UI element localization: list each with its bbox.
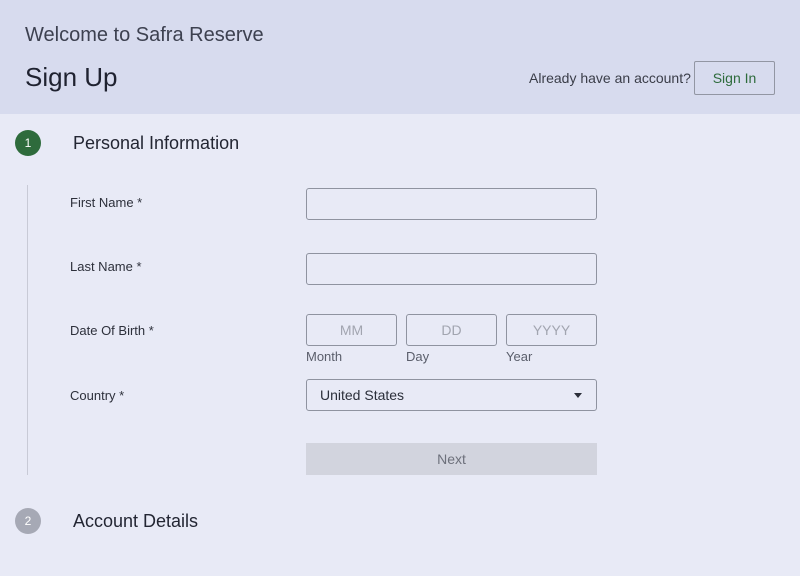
page-title: Sign Up — [25, 62, 118, 92]
step-1-indicator: 1 — [15, 130, 41, 156]
signup-page: Welcome to Safra Reserve Sign Up Already… — [0, 0, 800, 576]
last-name-label: Last Name * — [70, 259, 142, 274]
step-connector-line — [27, 185, 28, 475]
first-name-input[interactable] — [306, 188, 597, 220]
already-account-text: Already have an account? — [529, 70, 691, 86]
day-input[interactable] — [406, 314, 497, 346]
month-input[interactable] — [306, 314, 397, 346]
country-label: Country * — [70, 388, 125, 403]
first-name-label: First Name * — [70, 195, 143, 210]
step-1-title: Personal Information — [73, 133, 240, 153]
year-input[interactable] — [506, 314, 597, 346]
month-helper-text: Month — [306, 349, 343, 364]
step-2-title[interactable]: Account Details — [73, 511, 198, 532]
next-button[interactable]: Next — [306, 443, 597, 475]
sign-in-button[interactable]: Sign In — [694, 61, 775, 95]
date-of-birth-label: Date Of Birth * — [70, 323, 154, 338]
country-select[interactable]: United States — [306, 379, 597, 411]
header: Welcome to Safra Reserve Sign Up Already… — [0, 0, 800, 114]
last-name-input[interactable] — [306, 253, 597, 285]
chevron-down-icon — [574, 393, 582, 398]
country-select-value: United States — [320, 387, 405, 403]
day-helper-text: Day — [406, 349, 430, 364]
year-helper-text: Year — [506, 349, 533, 364]
welcome-text: Welcome to Safra Reserve — [25, 24, 264, 46]
step-2-indicator[interactable]: 2 — [15, 508, 41, 534]
